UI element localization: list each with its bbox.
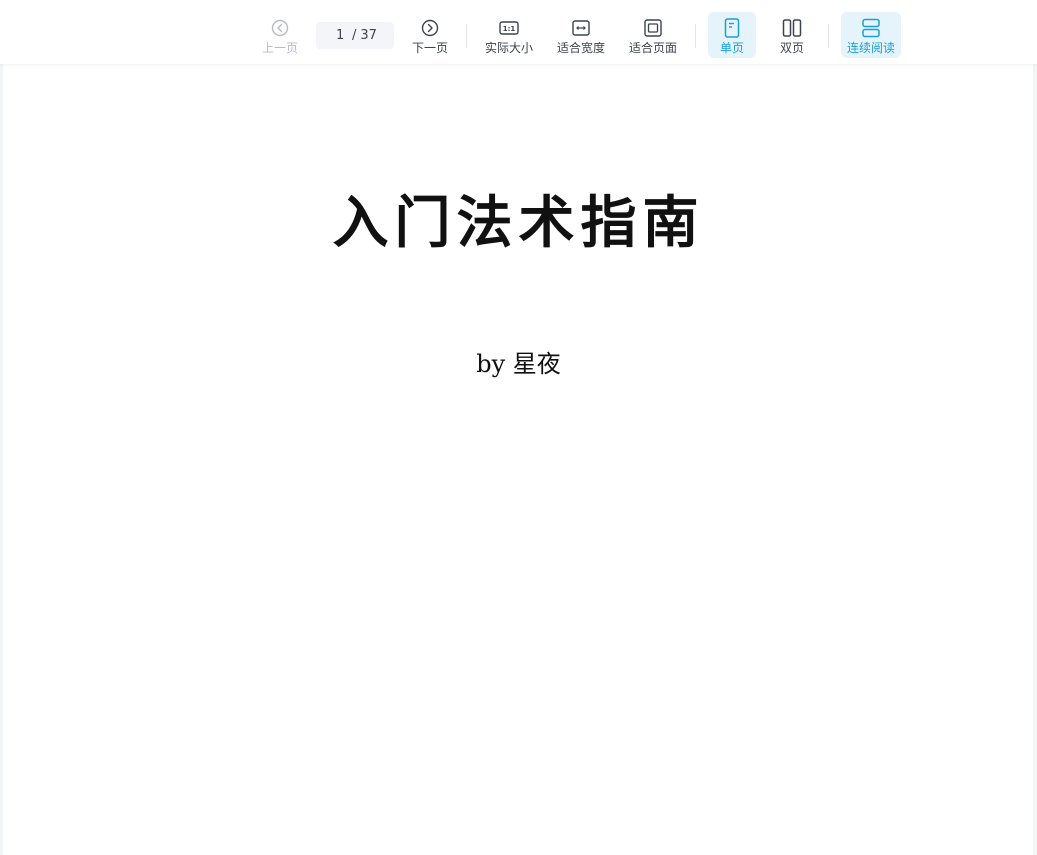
next-page-label: 下一页 <box>411 41 448 55</box>
one-to-one-icon: 1:1 <box>499 18 519 38</box>
total-pages: 37 <box>360 28 377 43</box>
toolbar-divider <box>695 24 696 48</box>
page-separator: / <box>352 28 357 43</box>
page-number-input[interactable]: 1 / 37 <box>316 22 394 49</box>
chevron-left-circle-icon <box>270 18 290 38</box>
fit-width-label: 适合宽度 <box>556 41 605 55</box>
fit-page-label: 适合页面 <box>628 41 677 55</box>
viewer-toolbar: 上一页 1 / 37 下一页 1:1 实际大小 适合宽度 适合页面 单页 双页 … <box>0 0 1037 64</box>
next-page-button[interactable]: 下一页 <box>406 12 454 58</box>
continuous-scroll-icon <box>861 18 881 38</box>
prev-page-label: 上一页 <box>261 41 298 55</box>
actual-size-button[interactable]: 1:1 实际大小 <box>479 12 539 58</box>
fit-width-button[interactable]: 适合宽度 <box>551 12 611 58</box>
prev-page-button[interactable]: 上一页 <box>256 12 304 58</box>
fit-width-icon <box>571 18 591 38</box>
double-page-icon <box>782 18 802 38</box>
continuous-reading-button[interactable]: 连续阅读 <box>841 12 901 58</box>
single-page-icon <box>722 18 742 38</box>
toolbar-divider <box>828 24 829 48</box>
double-page-label: 双页 <box>779 41 804 55</box>
actual-size-label: 实际大小 <box>484 41 533 55</box>
single-page-button[interactable]: 单页 <box>708 12 756 58</box>
fit-page-icon <box>643 18 663 38</box>
one-to-one-icon-text: 1:1 <box>503 25 516 33</box>
double-page-button[interactable]: 双页 <box>768 12 816 58</box>
single-page-label: 单页 <box>719 41 744 55</box>
current-page-number: 1 <box>336 28 345 43</box>
fit-page-button[interactable]: 适合页面 <box>623 12 683 58</box>
chevron-right-circle-icon <box>420 18 440 38</box>
document-title: 入门法术指南 <box>332 190 705 256</box>
document-author: by 星夜 <box>476 350 561 378</box>
toolbar-divider <box>466 24 467 48</box>
continuous-reading-label: 连续阅读 <box>846 41 895 55</box>
